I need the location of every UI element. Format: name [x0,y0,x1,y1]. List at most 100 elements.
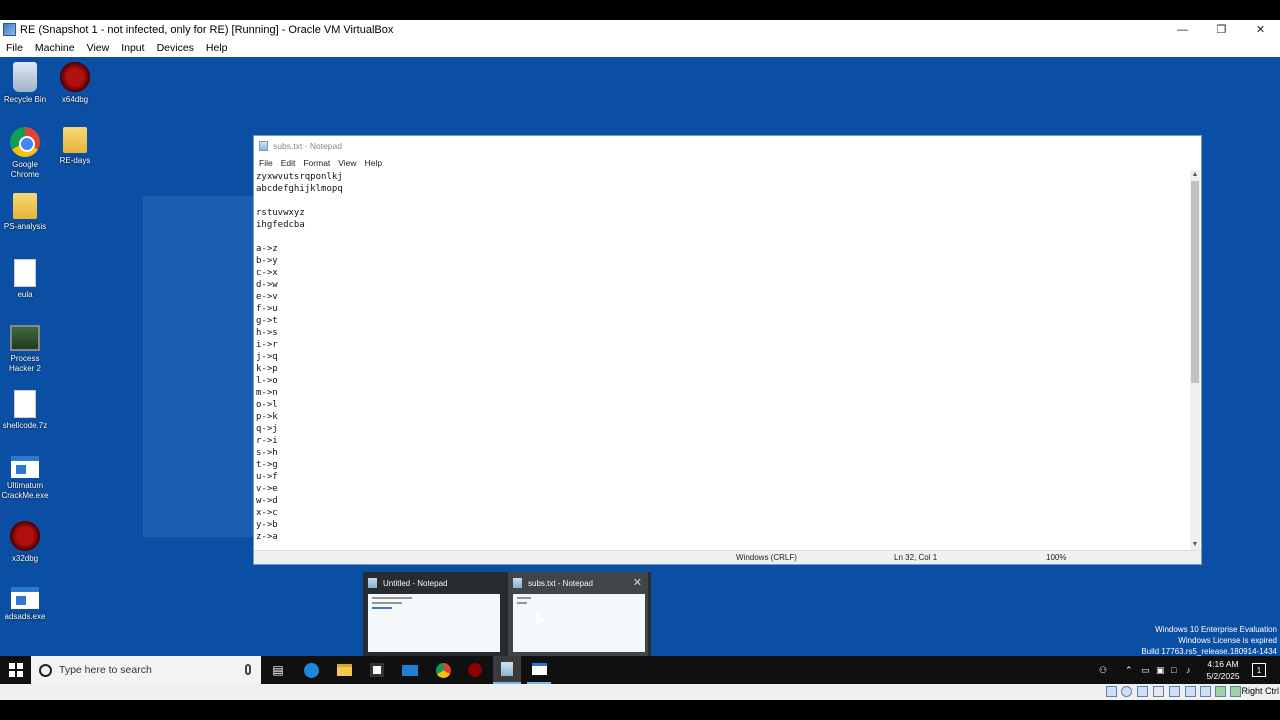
exe-icon [11,587,39,609]
desktop-icon-process-hacker[interactable]: Process Hacker 2 [0,325,50,374]
desktop-icon-label: adsads.exe [4,612,46,621]
chevron-up-icon[interactable]: ⌃ [1125,656,1133,684]
virtualbox-icon [3,23,16,36]
desktop-icon-label: eula [17,290,33,299]
desktop-icon-chrome[interactable]: Google Chrome [0,127,50,180]
task-view-icon[interactable]: ▤ [266,656,290,684]
app-window-icon[interactable] [527,656,551,684]
vbox-title-bar[interactable]: RE (Snapshot 1 - not infected, only for … [0,20,1280,39]
chrome-icon [10,127,40,157]
vbox-menu-machine[interactable]: Machine [29,42,81,54]
thumbnail-subs-notepad[interactable]: subs.txt - Notepad ✕ [508,572,648,657]
optical-drive-icon[interactable] [1121,686,1132,697]
thumbnail-untitled-notepad[interactable]: Untitled - Notepad [363,572,503,657]
battery-icon[interactable]: ▭ [1141,656,1150,684]
notepad-menu-edit[interactable]: Edit [277,158,300,168]
cursor-position-status: Ln 32, Col 1 [894,553,938,562]
mouse-integration-icon[interactable] [1230,686,1241,697]
desktop-icon-eula[interactable]: eula [0,259,50,300]
recycle-bin-icon [13,62,37,92]
vbox-window-title: RE (Snapshot 1 - not infected, only for … [20,23,394,36]
line-ending-status: Windows (CRLF) [736,553,797,562]
exe-icon [11,456,39,478]
notepad-menu-format[interactable]: Format [299,158,334,168]
start-button[interactable] [0,656,31,684]
notification-center-icon[interactable]: 1 [1252,663,1266,677]
desktop-icon-label: Ultimatum CrackMe.exe [1,481,49,500]
windows-logo-icon [8,663,23,677]
notepad-text-area[interactable]: zyxwvutsrqponlkj abcdefghijklmopq rstuvw… [256,171,1191,545]
clock[interactable]: 4:16 AM 5/2/2025 [1198,658,1248,682]
vbox-menu-bar: File Machine View Input Devices Help [0,39,1280,57]
scroll-up-icon[interactable]: ▲ [1190,170,1200,180]
vbox-menu-view[interactable]: View [81,42,116,54]
desktop-icon-x64dbg[interactable]: x64dbg [50,62,100,105]
desktop-icon-label: Google Chrome [10,160,40,179]
notepad-menu-view[interactable]: View [334,158,360,168]
thumbnail-title: subs.txt - Notepad [528,578,593,588]
desktop-icon-x32dbg[interactable]: x32dbg [0,521,50,564]
store-icon[interactable] [365,656,389,684]
clock-date: 5/2/2025 [1206,671,1240,681]
hard-disk-icon[interactable] [1106,686,1117,697]
shared-folders-icon[interactable] [1185,686,1196,697]
desktop-icon-ultimatum-crackme[interactable]: Ultimatum CrackMe.exe [0,456,50,501]
desktop-icon-label: x32dbg [11,554,39,563]
zoom-status: 100% [1046,553,1067,562]
audio-icon[interactable] [1137,686,1148,697]
recording-icon[interactable] [1215,686,1226,697]
network-icon[interactable]: □ [1171,656,1176,684]
desktop-icon-label: PS-analysis [3,222,47,231]
search-icon [39,663,52,677]
notepad-icon[interactable] [493,656,521,684]
clock-time: 4:16 AM [1207,659,1239,669]
notepad-window[interactable]: subs.txt - Notepad File Edit Format View… [253,135,1202,565]
watermark-edition: Windows 10 Enterprise Evaluation [1155,625,1277,634]
usb-icon[interactable] [1169,686,1180,697]
bug-icon [60,62,90,92]
notepad-status-bar: Windows (CRLF) Ln 32, Col 1 100% [254,550,1201,564]
defender-icon[interactable]: ▣ [1156,656,1165,684]
mail-icon[interactable] [398,656,422,684]
people-icon[interactable]: ⚇ [1099,656,1107,684]
vbox-menu-input[interactable]: Input [115,42,150,54]
volume-icon[interactable]: ♪ [1186,656,1191,684]
vbox-menu-file[interactable]: File [0,42,29,54]
desktop-icon-label: Process Hacker 2 [8,354,41,373]
notepad-icon [368,578,377,588]
file-explorer-icon[interactable] [332,656,356,684]
notepad-icon [513,578,522,588]
notepad-menu-help[interactable]: Help [361,158,386,168]
desktop-icon-adsads[interactable]: adsads.exe [0,587,50,622]
folder-icon [13,193,37,219]
bug-icon [10,521,40,551]
scroll-down-icon[interactable]: ▼ [1190,540,1200,550]
scrollbar-thumb[interactable] [1191,181,1199,383]
close-icon[interactable]: ✕ [633,576,642,589]
notepad-menu-file[interactable]: File [255,158,277,168]
desktop-icon-re-days[interactable]: RE-days [50,127,100,166]
notepad-title-bar[interactable]: subs.txt - Notepad [254,136,1201,155]
x64dbg-icon[interactable] [463,656,487,684]
document-icon [14,390,36,418]
display-icon[interactable] [1200,686,1211,697]
microphone-icon[interactable] [245,664,251,675]
taskbar-search-box[interactable]: Type here to search [31,656,261,684]
network-adapter-icon[interactable] [1153,686,1164,697]
desktop-icon-ps-analysis[interactable]: PS-analysis [0,193,50,232]
desktop-icon-recycle-bin[interactable]: Recycle Bin [0,62,50,105]
vertical-scrollbar[interactable]: ▲ ▼ [1190,170,1200,550]
chrome-icon[interactable] [431,656,455,684]
thumbnail-preview [368,594,500,652]
thumbnail-title: Untitled - Notepad [383,578,448,588]
vbox-menu-devices[interactable]: Devices [151,42,200,54]
screen-frame: RE (Snapshot 1 - not infected, only for … [0,0,1280,720]
restore-button[interactable]: ❐ [1202,20,1241,39]
notepad-menu-bar: File Edit Format View Help [254,155,1201,170]
edge-icon[interactable] [299,656,323,684]
desktop-icon-shellcode[interactable]: shellcode.7z [0,390,50,431]
guest-desktop[interactable]: Recycle Bin x64dbg Google Chrome RE-days… [0,57,1280,684]
vbox-menu-help[interactable]: Help [200,42,234,54]
close-button[interactable]: ✕ [1241,20,1280,39]
minimize-button[interactable]: — [1163,20,1202,39]
